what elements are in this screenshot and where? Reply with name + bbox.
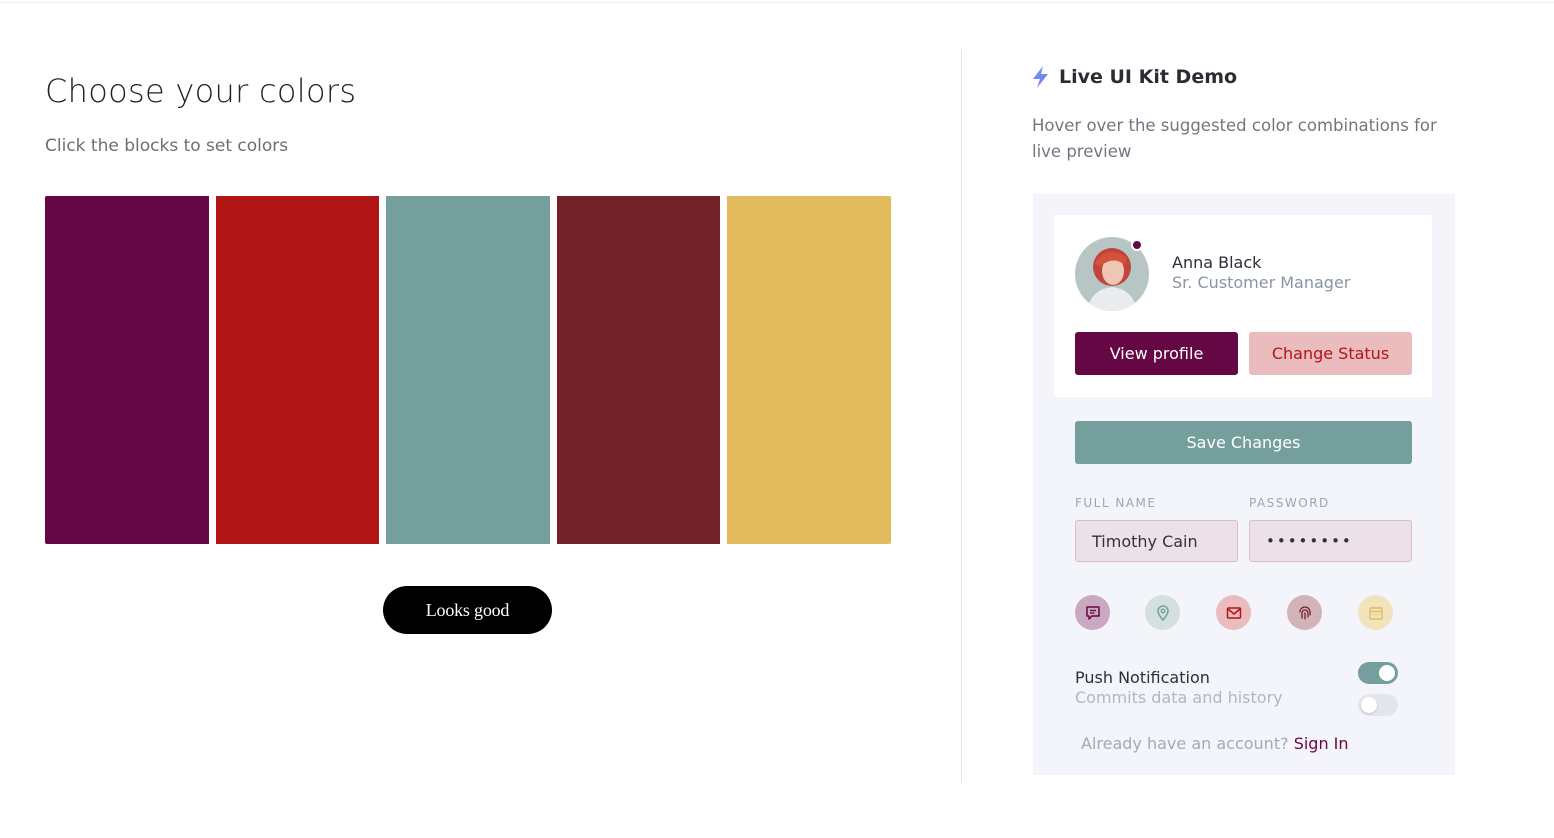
demo-title: Live UI Kit Demo — [1059, 66, 1238, 88]
save-changes-button[interactable]: Save Changes — [1075, 421, 1412, 464]
push-notification-title: Push Notification — [1075, 668, 1210, 687]
history-toggle[interactable] — [1358, 694, 1398, 716]
color-swatch-2[interactable] — [215, 196, 380, 544]
color-swatch-3[interactable] — [386, 196, 550, 544]
page-title: Choose your colors — [45, 72, 357, 110]
calendar-icon[interactable] — [1358, 595, 1393, 630]
fingerprint-icon[interactable] — [1287, 595, 1322, 630]
profile-role: Sr. Customer Manager — [1172, 273, 1351, 292]
color-swatch-5[interactable] — [727, 196, 891, 544]
color-swatch-1[interactable] — [45, 196, 209, 544]
page-subtitle: Click the blocks to set colors — [45, 136, 289, 156]
toggle-knob — [1379, 665, 1395, 681]
push-notification-subtitle: Commits data and history — [1075, 688, 1283, 707]
signin-row: Already have an account? Sign In — [1081, 734, 1349, 753]
color-swatches — [45, 196, 891, 544]
push-notification-toggle[interactable] — [1358, 662, 1398, 684]
color-swatch-4[interactable] — [556, 196, 721, 544]
demo-preview-panel: Anna Black Sr. Customer Manager View pro… — [1033, 194, 1455, 775]
password-label: PASSWORD — [1249, 496, 1330, 510]
profile-name: Anna Black — [1172, 253, 1262, 272]
mail-icon[interactable] — [1216, 595, 1251, 630]
demo-header: Live UI Kit Demo — [1032, 66, 1237, 88]
profile-card: Anna Black Sr. Customer Manager View pro… — [1054, 215, 1432, 397]
full-name-label: FULL NAME — [1075, 496, 1157, 510]
lightning-bolt-icon — [1033, 66, 1048, 88]
color-picker-header: Choose your colors Click the blocks to s… — [45, 72, 895, 156]
view-profile-button[interactable]: View profile — [1075, 332, 1238, 375]
toggle-knob — [1361, 697, 1377, 713]
sign-in-link[interactable]: Sign In — [1294, 734, 1349, 753]
online-status-dot — [1131, 239, 1143, 251]
top-divider — [0, 2, 1554, 3]
chat-icon[interactable] — [1075, 595, 1110, 630]
looks-good-button[interactable]: Looks good — [383, 586, 552, 634]
signin-prompt: Already have an account? — [1081, 734, 1289, 753]
password-field[interactable]: •••••••• — [1249, 520, 1412, 562]
full-name-field[interactable]: Timothy Cain — [1075, 520, 1238, 562]
column-divider — [961, 50, 962, 782]
demo-description: Hover over the suggested color combinati… — [1032, 116, 1437, 161]
change-status-button[interactable]: Change Status — [1249, 332, 1412, 375]
location-pin-icon[interactable] — [1145, 595, 1180, 630]
